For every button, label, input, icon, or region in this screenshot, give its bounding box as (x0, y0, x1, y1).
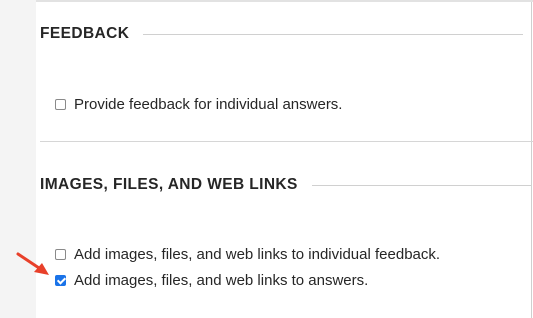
links-individual-feedback-label: Add images, files, and web links to indi… (74, 246, 441, 263)
provide-feedback-checkbox[interactable] (55, 99, 66, 110)
provide-feedback-label: Provide feedback for individual answers. (74, 96, 343, 113)
links-answers-checkbox[interactable] (55, 275, 66, 286)
section-divider (40, 141, 533, 142)
links-answers-option[interactable]: Add images, files, and web links to answ… (55, 272, 368, 289)
links-individual-feedback-checkbox[interactable] (55, 249, 66, 260)
attachments-section-title: IMAGES, FILES, AND WEB LINKS (40, 176, 298, 193)
feedback-section-title: FEEDBACK (40, 25, 130, 42)
feedback-section-header: FEEDBACK (40, 25, 524, 43)
attachments-header-rule (311, 184, 532, 186)
settings-panel: FEEDBACK Provide feedback for individual… (0, 0, 533, 318)
feedback-header-rule (143, 33, 524, 35)
red-arrow-icon (16, 252, 49, 275)
links-answers-label: Add images, files, and web links to answ… (74, 272, 369, 289)
attachments-section-header: IMAGES, FILES, AND WEB LINKS (40, 176, 532, 194)
top-border (36, 0, 533, 2)
links-individual-feedback-option[interactable]: Add images, files, and web links to indi… (55, 246, 440, 263)
provide-feedback-option[interactable]: Provide feedback for individual answers. (55, 96, 342, 113)
